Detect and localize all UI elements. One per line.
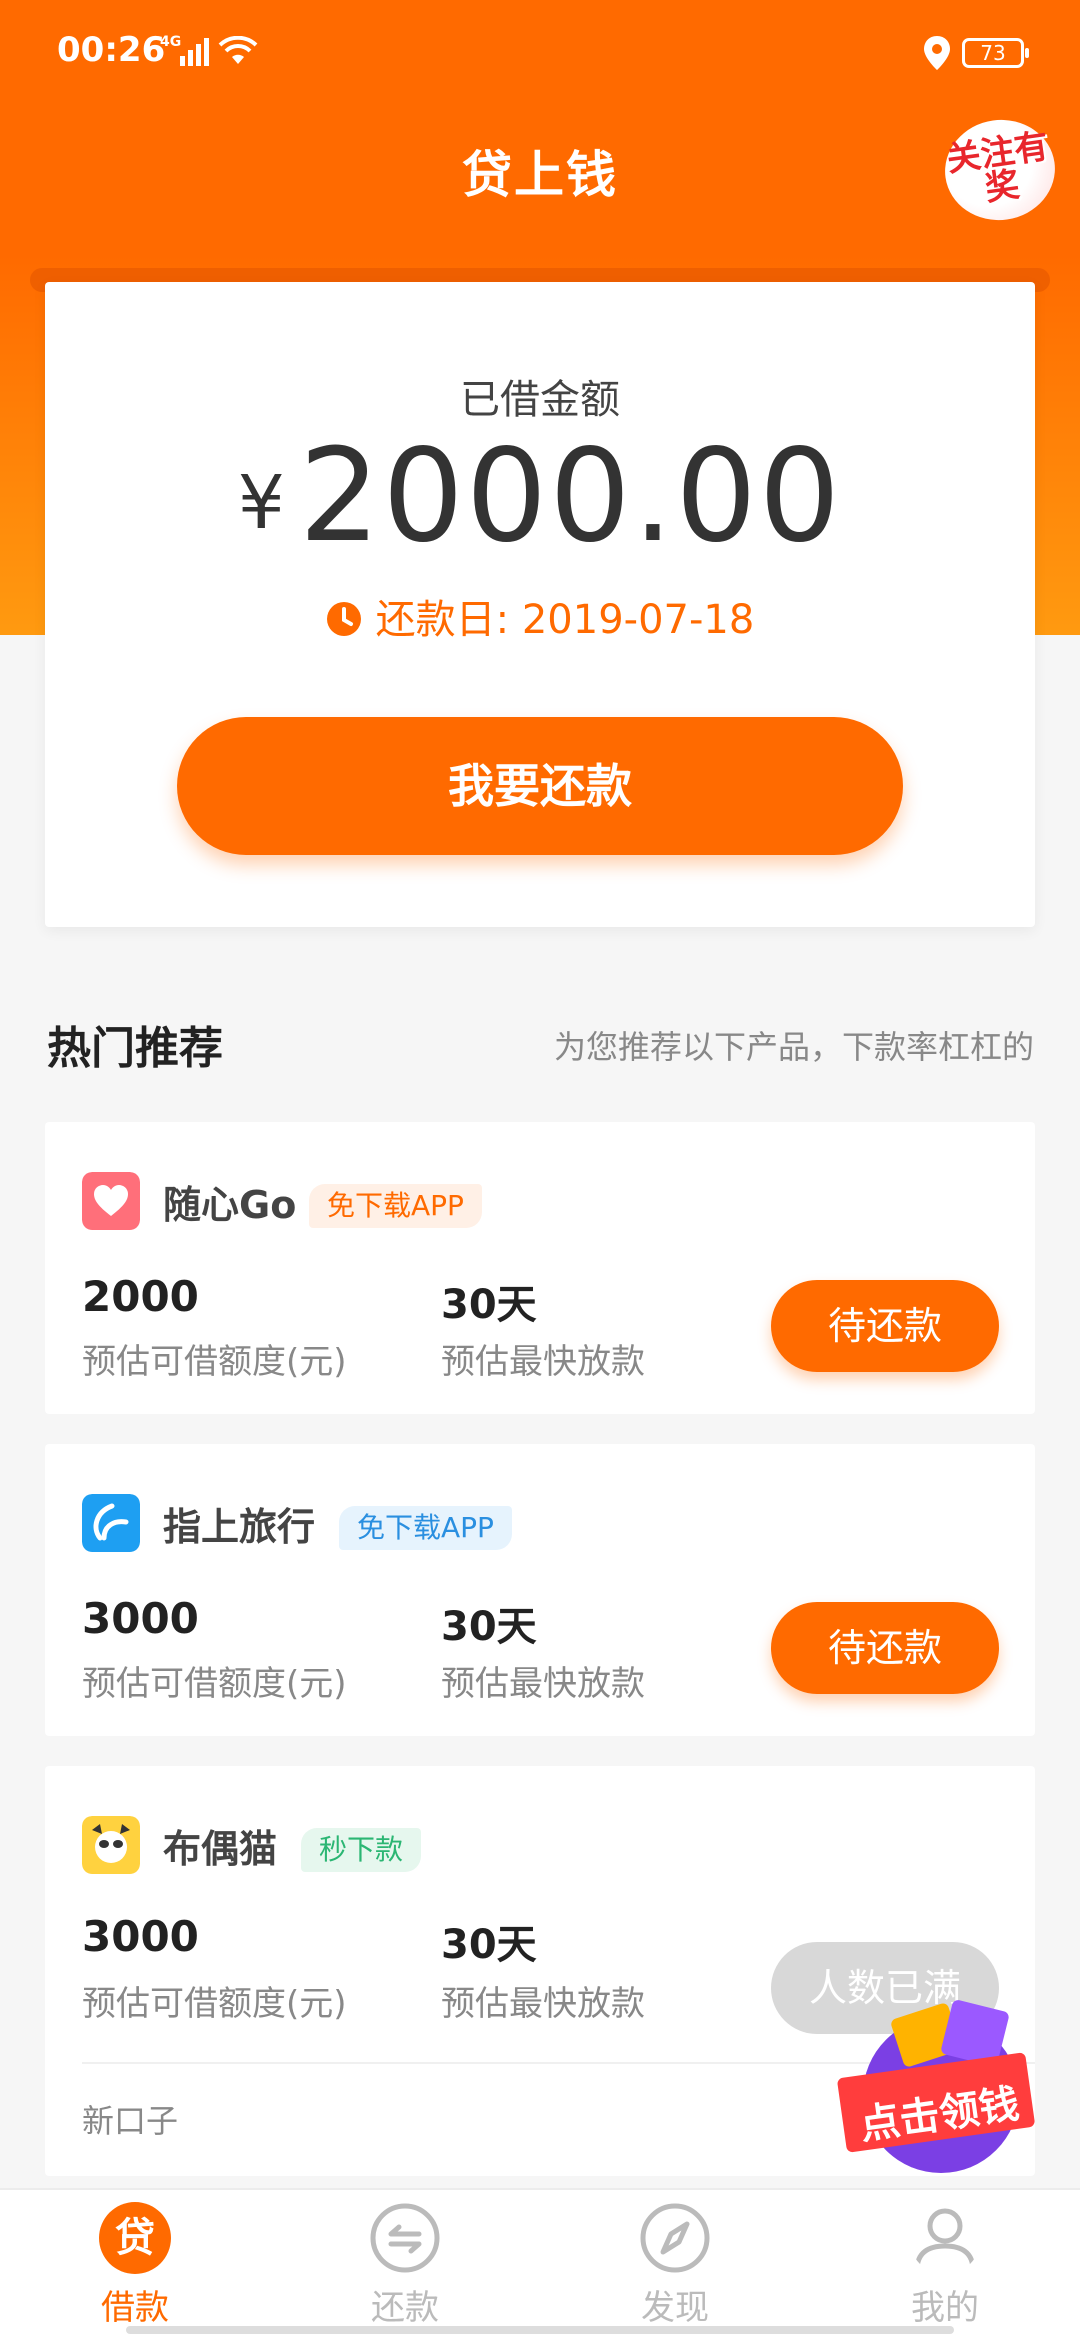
travel-app-icon	[82, 1494, 140, 1552]
due-date: 还款日: 2019-07-18	[45, 587, 1035, 645]
loan-icon-glyph: 贷	[115, 2215, 155, 2261]
promo-badge-label: 关注有奖	[944, 126, 1051, 210]
product-days: 30天	[441, 1922, 537, 1968]
product-amount: 3000	[82, 1594, 199, 1643]
tab-mine[interactable]: 我的	[845, 2202, 1045, 2329]
repay-button[interactable]: 我要还款	[177, 717, 903, 855]
heart-app-icon	[82, 1172, 140, 1230]
product-name: 随心Go	[163, 1183, 297, 1227]
loan-summary-card: 已借金额 ¥2000.00 还款日: 2019-07-18 我要还款	[45, 282, 1035, 927]
tab-repay[interactable]: 还款	[305, 2202, 505, 2329]
compass-icon	[640, 2203, 710, 2273]
section-subtitle: 为您推荐以下产品，下款率杠杠的	[553, 1028, 1034, 1066]
signal-icon	[180, 34, 210, 66]
product-days-label: 预估最快放款	[441, 1342, 645, 1382]
page-title: 贷上钱	[462, 146, 618, 204]
product-footer-label: 新口子	[82, 2102, 179, 2140]
product-name: 指上旅行	[163, 1505, 316, 1549]
exchange-icon	[370, 2203, 440, 2273]
wifi-icon	[218, 36, 258, 64]
product-days: 30天	[441, 1282, 537, 1328]
product-days: 30天	[441, 1604, 537, 1650]
status-bar: 00:26 4G 73	[0, 0, 1080, 100]
currency-symbol: ¥	[237, 460, 285, 546]
pending-repay-button[interactable]: 待还款	[771, 1280, 999, 1372]
tab-label: 还款	[371, 2288, 439, 2328]
product-amount-label: 预估可借额度(元)	[82, 1342, 347, 1382]
tab-label: 借款	[101, 2288, 169, 2328]
loan-amount-value: 2000.00	[298, 422, 843, 571]
home-indicator[interactable]	[126, 2326, 954, 2334]
pending-repay-button[interactable]: 待还款	[771, 1602, 999, 1694]
product-days-label: 预估最快放款	[441, 1984, 645, 2024]
loan-amount-label: 已借金额	[460, 377, 620, 423]
product-amount-label: 预估可借额度(元)	[82, 1984, 347, 2024]
product-card[interactable]: 随心Go 免下载APP 2000 预估可借额度(元) 30天 预估最快放款 待还…	[45, 1122, 1035, 1414]
cat-app-icon	[82, 1816, 140, 1874]
section-title: 热门推荐	[47, 1023, 223, 1074]
status-time: 00:26	[57, 30, 166, 70]
location-icon	[924, 36, 950, 70]
product-days-label: 预估最快放款	[441, 1664, 645, 1704]
loan-amount: ¥2000.00	[45, 422, 1035, 571]
due-date-text: 还款日: 2019-07-18	[375, 597, 755, 643]
tab-borrow[interactable]: 贷 借款	[35, 2202, 235, 2329]
tab-label: 发现	[641, 2288, 709, 2328]
product-amount-label: 预估可借额度(元)	[82, 1664, 347, 1704]
product-tag: 免下载APP	[309, 1184, 482, 1228]
product-card[interactable]: 指上旅行 免下载APP 3000 预估可借额度(元) 30天 预估最快放款 待还…	[45, 1444, 1035, 1736]
tab-discover[interactable]: 发现	[575, 2202, 775, 2329]
product-amount: 2000	[82, 1272, 199, 1321]
loan-icon: 贷	[99, 2202, 171, 2274]
user-icon	[914, 2208, 976, 2271]
bottom-tab-bar: 贷 借款 还款 发现 我的	[0, 2188, 1080, 2340]
product-tag: 免下载APP	[339, 1506, 512, 1550]
clock-icon	[326, 602, 361, 636]
product-tag: 秒下款	[301, 1828, 422, 1872]
network-type: 4G	[160, 34, 182, 50]
claim-money-promo[interactable]: 点击领钱	[836, 1990, 1056, 2180]
product-name: 布偶猫	[163, 1827, 278, 1871]
battery-icon: 73	[962, 38, 1029, 68]
tab-label: 我的	[911, 2288, 979, 2328]
product-amount: 3000	[82, 1912, 199, 1961]
